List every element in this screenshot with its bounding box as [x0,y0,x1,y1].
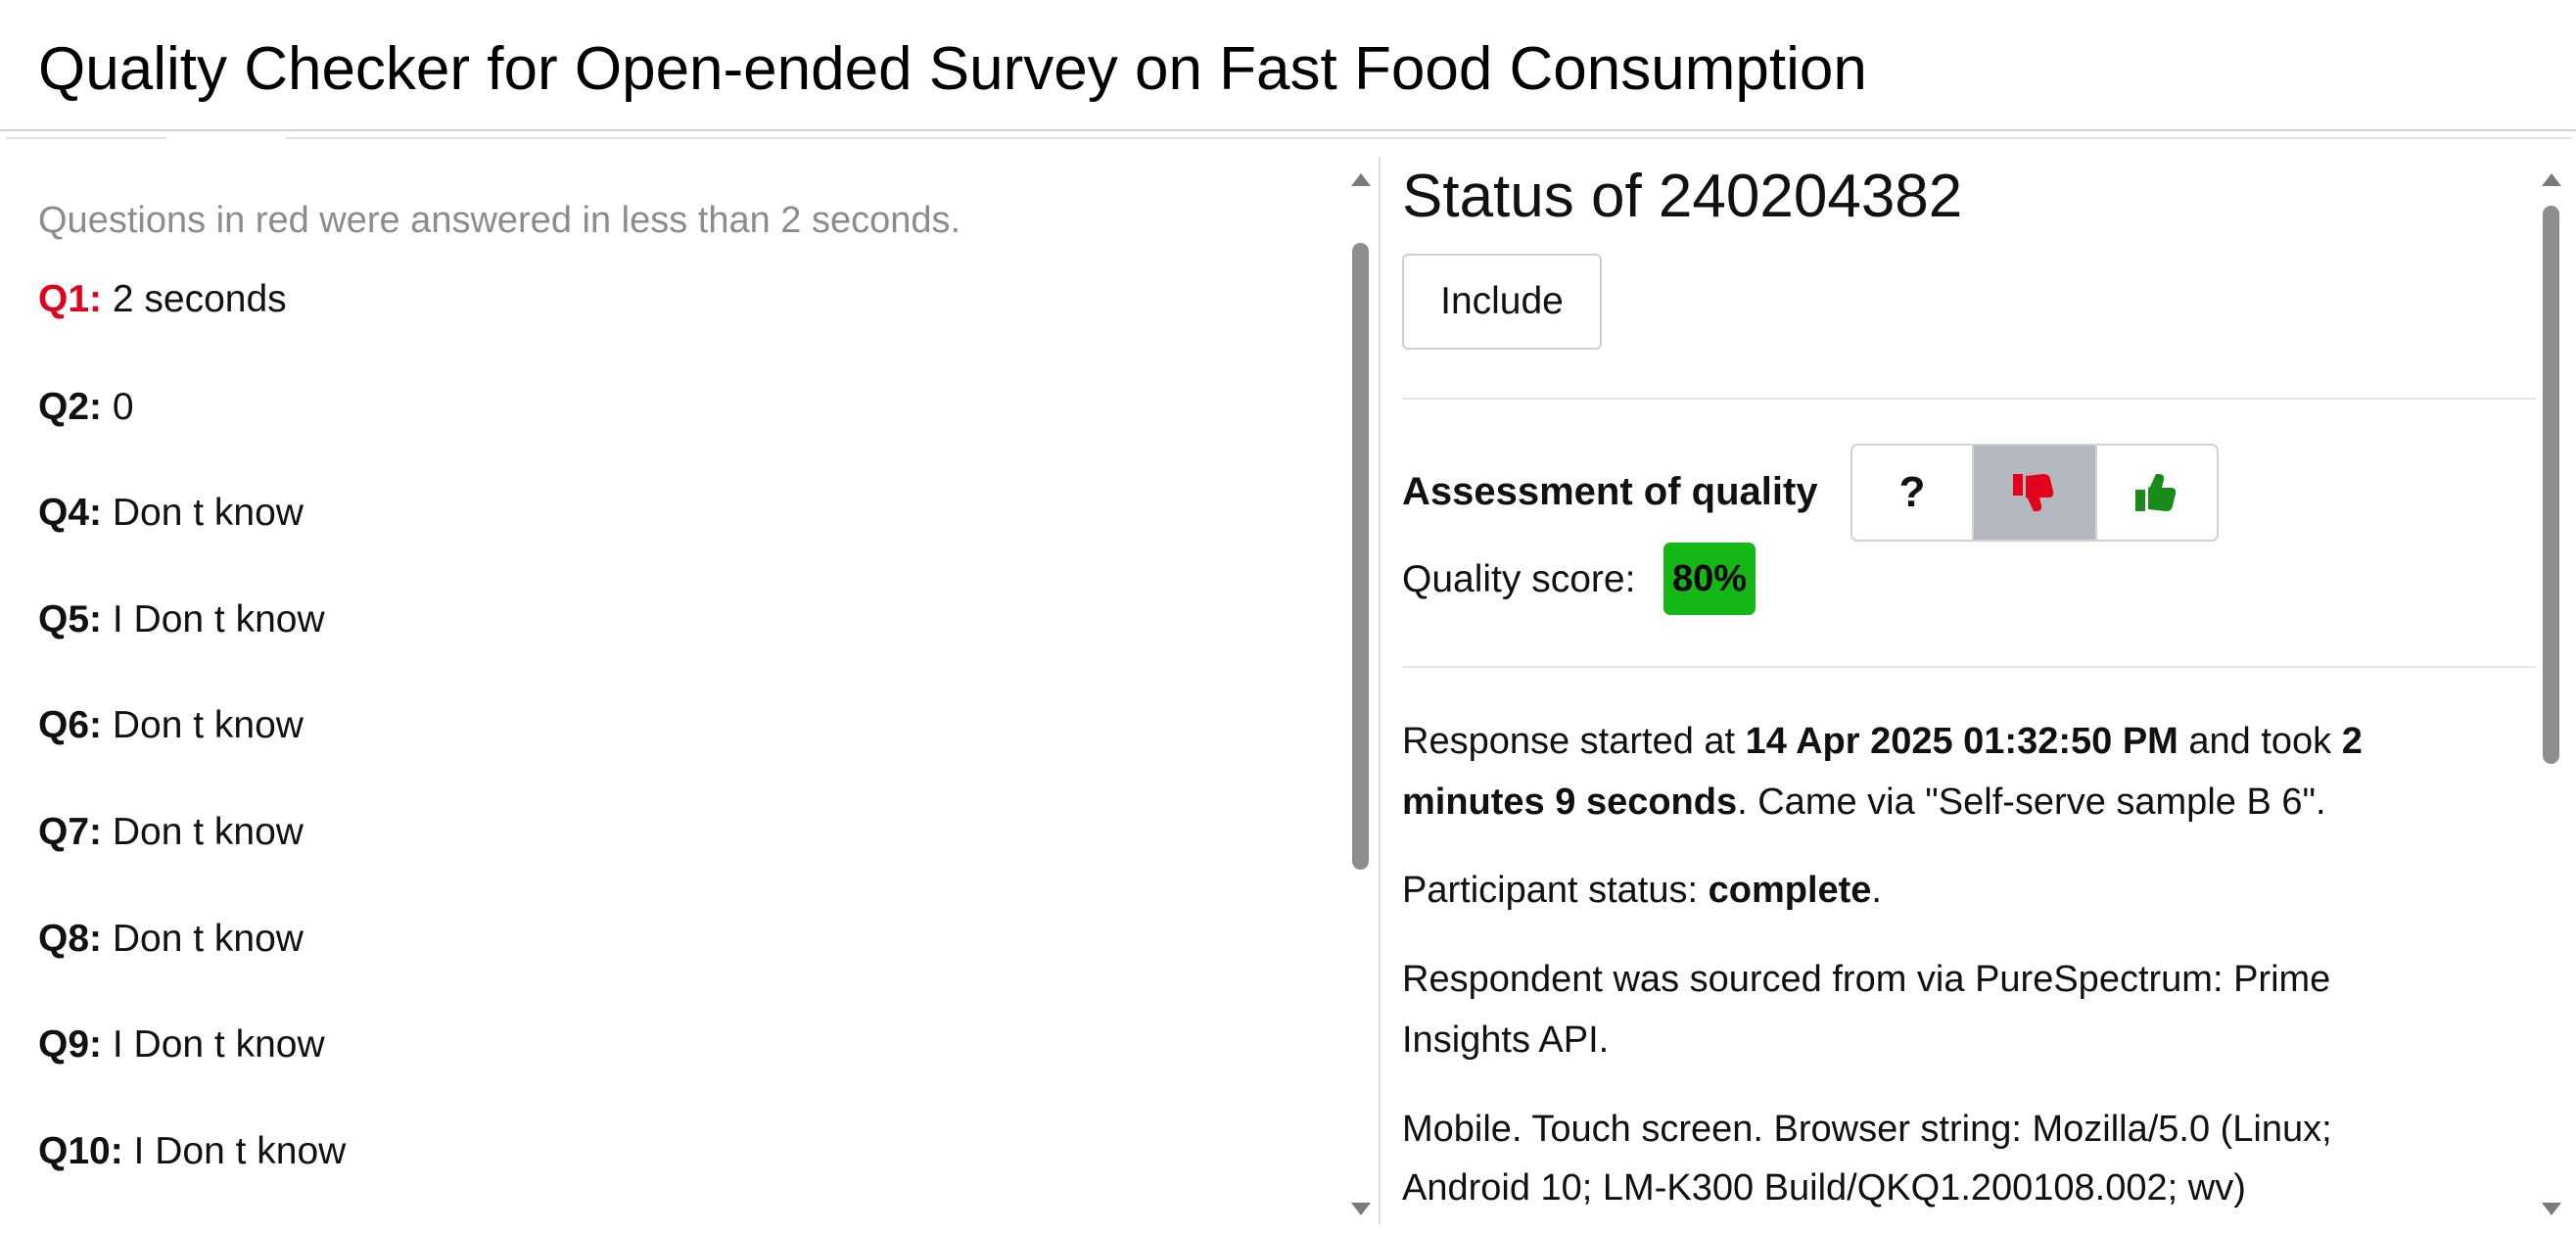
page-title: Quality Checker for Open-ended Survey on… [38,35,1867,103]
question-label: Q9: [38,1023,103,1066]
question-label: Q5: [38,598,103,640]
response-info-line2: minutes 9 seconds. Came via "Self-serve … [1402,772,2499,832]
assessment-toggle[interactable]: ? [1850,444,2219,542]
left-scroll-thumb[interactable] [1352,243,1369,870]
app-root: Quality Checker for Open-ended Survey on… [0,0,2576,1233]
response-duration-part2: minutes 9 seconds [1402,782,1738,823]
thumbs-down-icon [2013,474,2054,511]
participant-status-suffix: . [1871,870,1882,911]
assessment-label: Assessment of quality [1402,470,1818,513]
timing-note: Questions in red were answered in less t… [38,200,961,241]
response-prefix: Response started at [1402,721,1746,762]
participant-status-value: complete [1708,870,1872,911]
answer-row: Q2: 0 [38,384,134,431]
question-label: Q10: [38,1130,123,1172]
answer-row: Q7: Don t know [38,809,304,856]
scroll-down-arrow-icon[interactable] [1351,1203,1371,1215]
right-scrollbar[interactable] [2540,166,2563,1222]
answers-pane[interactable]: Questions in red were answered in less t… [6,149,1377,1226]
response-start-time: 14 Apr 2025 01:32:50 PM [1745,721,2178,762]
answer-text: Don t know [112,811,304,853]
answer-text: 0 [112,386,134,428]
scroll-up-arrow-icon[interactable] [1351,173,1371,186]
participant-status-label: Participant status: [1402,870,1709,911]
response-duration-part1: 2 [2341,721,2363,762]
question-label: Q4: [38,492,103,534]
answer-row: Q4: Don t know [38,490,304,537]
status-pane[interactable]: Status of 240204382 Include Assessment o… [1382,149,2536,1226]
section-divider [1402,666,2536,668]
answer-row: Q10: I Don t know [38,1128,346,1175]
answer-text: I Don t know [112,598,325,640]
source-line2: Insights API. [1402,1020,1610,1061]
status-title: Status of 240204382 [1402,163,1963,230]
question-mark-icon: ? [1898,468,1926,516]
question-label: Q7: [38,811,103,853]
participant-status: Participant status: complete. [1402,860,2499,921]
device-line2: Android 10; LM-K300 Build/QKQ1.200108.00… [1402,1167,2246,1209]
quality-score-label: Quality score: [1402,558,1636,600]
answer-text: I Don t know [112,1023,325,1066]
thumbs-up-icon [2135,474,2177,511]
assessment-unknown-button[interactable]: ? [1852,446,1974,540]
response-middle: and took [2178,721,2342,762]
answer-text: Don t know [112,492,304,534]
answer-text: Don t know [112,918,304,960]
answer-text: Don t know [112,704,304,746]
right-scroll-thumb[interactable] [2543,206,2559,764]
page-header: Quality Checker for Open-ended Survey on… [0,0,2576,131]
scroll-down-arrow-icon[interactable] [2542,1203,2561,1215]
answer-row: Q5: I Don t know [38,596,325,643]
response-info-line1: Response started at 14 Apr 2025 01:32:50… [1402,711,2499,772]
source-line1: Respondent was sourced from via PureSpec… [1402,959,2331,1000]
question-label: Q2: [38,386,103,428]
question-label: Q6: [38,704,103,746]
answer-row: Q1: 2 seconds [38,276,287,323]
scroll-up-arrow-icon[interactable] [2542,173,2561,186]
quality-score-badge: 80% [1663,543,1756,615]
question-label: Q1: [38,278,103,320]
answer-row: Q8: Don t know [38,916,304,963]
left-scrollbar[interactable] [1349,166,1373,1222]
answer-text: 2 seconds [112,278,287,320]
answer-row: Q6: Don t know [38,702,304,749]
assessment-good-button[interactable] [2095,446,2217,540]
pane-divider [1379,157,1381,1224]
response-source: . Came via "Self-serve sample B 6". [1737,782,2326,823]
include-button[interactable]: Include [1402,254,1602,350]
section-divider [1402,398,2536,400]
answer-row: Q9: I Don t know [38,1021,325,1068]
tab-notch [166,137,286,143]
question-label: Q8: [38,918,103,960]
header-divider [6,137,2571,139]
device-line1: Mobile. Touch screen. Browser string: Mo… [1402,1109,2332,1150]
assessment-bad-button[interactable] [1974,446,2095,540]
answer-text: I Don t know [133,1130,347,1172]
